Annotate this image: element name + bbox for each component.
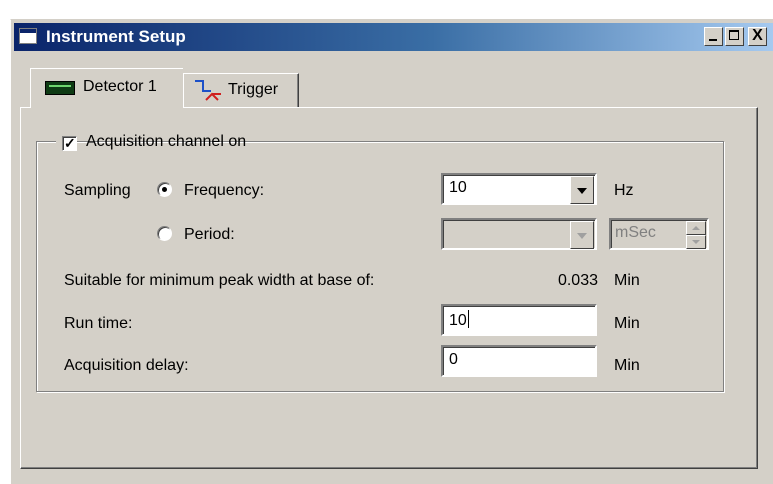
tab-label: Trigger	[228, 81, 279, 98]
peak-width-label: Suitable for minimum peak width at base …	[64, 272, 375, 289]
sampling-label: Sampling	[64, 182, 131, 199]
window-icon	[19, 28, 37, 44]
acquisition-checkbox-label: Acquisition channel on	[86, 133, 247, 150]
chevron-down-icon	[577, 188, 587, 194]
window-title: Instrument Setup	[46, 27, 186, 46]
maximize-icon	[729, 30, 739, 40]
run-time-input[interactable]: 10	[441, 304, 597, 336]
detector-board-icon	[45, 81, 75, 95]
spinner-buttons[interactable]	[686, 221, 706, 249]
radio-selected-dot	[162, 187, 167, 192]
maximize-button[interactable]	[725, 27, 744, 46]
chevron-down-icon	[577, 233, 587, 239]
run-time-label: Run time:	[64, 315, 133, 332]
trigger-icon	[195, 80, 221, 101]
frequency-dropdown-button[interactable]	[570, 176, 594, 204]
spin-up-icon[interactable]	[686, 221, 706, 235]
minimize-icon	[709, 39, 717, 41]
period-select[interactable]	[441, 218, 597, 250]
close-button[interactable]: X	[748, 27, 767, 46]
spin-down-icon[interactable]	[686, 235, 706, 249]
acquisition-group	[36, 141, 724, 392]
run-time-value-wrap: 10	[449, 310, 469, 330]
frequency-unit: Hz	[614, 182, 634, 199]
period-radio[interactable]	[157, 226, 172, 241]
frequency-radio[interactable]	[157, 182, 172, 197]
period-label: Period:	[184, 226, 235, 243]
period-dropdown-button[interactable]	[570, 221, 594, 249]
title-bar[interactable]: Instrument Setup X	[14, 23, 773, 51]
run-time-unit: Min	[614, 315, 640, 332]
acquisition-checkbox[interactable]: ✓	[62, 135, 77, 151]
acquisition-delay-unit: Min	[614, 357, 640, 374]
minimize-button[interactable]	[704, 27, 723, 46]
frequency-select[interactable]: 10	[441, 173, 597, 205]
tab-detector-1[interactable]: Detector 1	[30, 68, 183, 108]
acquisition-delay-value: 0	[449, 351, 458, 368]
tab-label: Detector 1	[83, 78, 157, 95]
text-caret	[467, 310, 469, 328]
run-time-value: 10	[449, 312, 467, 329]
close-icon: X	[752, 27, 763, 44]
tab-trigger[interactable]: Trigger	[183, 73, 299, 107]
acquisition-delay-input[interactable]: 0	[441, 345, 597, 377]
checkmark-icon: ✓	[64, 135, 76, 151]
peak-width-value: 0.033	[557, 272, 598, 289]
frequency-label: Frequency:	[184, 182, 265, 199]
period-unit-spinner[interactable]: mSec	[609, 218, 709, 250]
frequency-value: 10	[449, 179, 467, 196]
period-unit: mSec	[615, 224, 656, 241]
acquisition-delay-label: Acquisition delay:	[64, 357, 189, 374]
acquisition-checkbox-row[interactable]: ✓ Acquisition channel on	[56, 132, 246, 154]
peak-width-unit: Min	[614, 272, 640, 289]
